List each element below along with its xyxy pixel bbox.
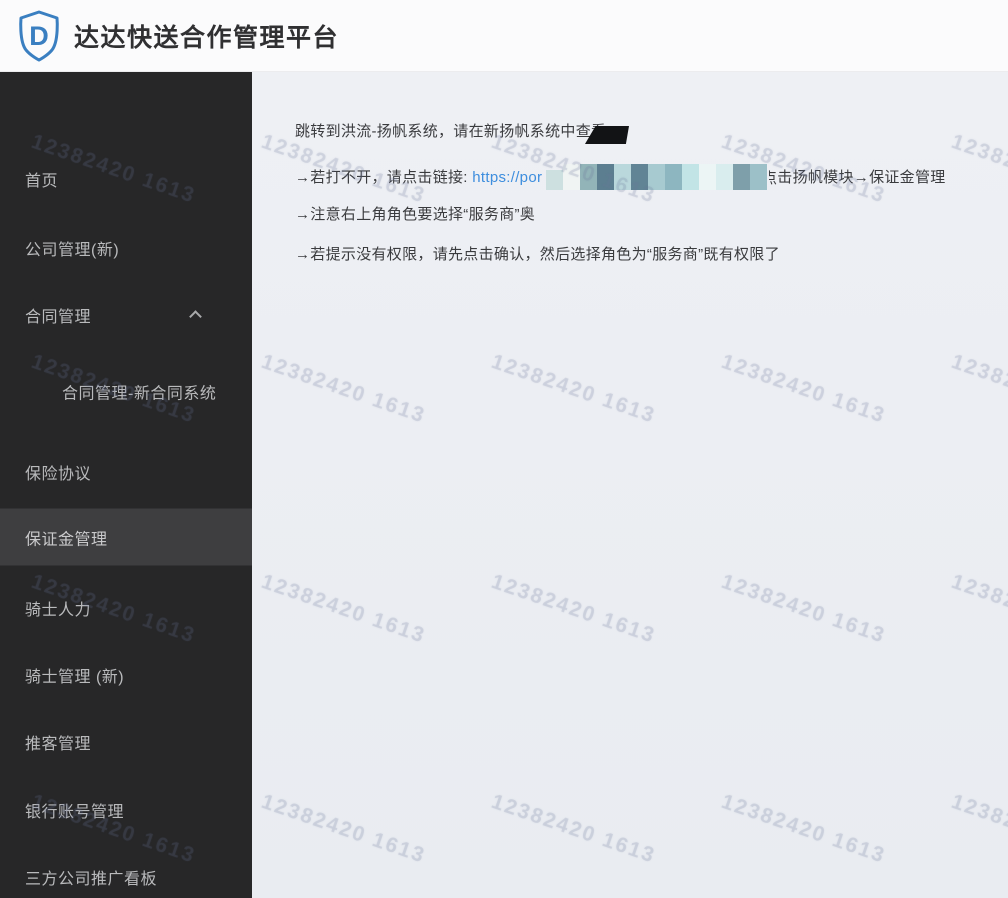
sidebar-item-knight-management-new[interactable]: 骑士管理 (新) xyxy=(25,663,232,687)
notice-line-1-text: 跳转到洪流-扬帆系统，请在新扬帆系统中查看 xyxy=(295,123,607,140)
mosaic-block xyxy=(563,164,581,190)
sidebar-item-label: 首页 xyxy=(25,173,59,190)
portal-link[interactable]: https://por xyxy=(472,169,542,186)
sidebar-item-label: 银行账号管理 xyxy=(25,804,125,821)
mosaic-block xyxy=(716,164,734,190)
mosaic-block xyxy=(699,164,717,190)
sidebar-item-label: 骑士管理 (新) xyxy=(25,669,125,686)
sidebar: 首页公司管理(新) 合同管理合同管理-新合同系统保险协议保证金管理骑士人力骑士管理… xyxy=(0,72,252,898)
chevron-up-icon xyxy=(189,310,202,323)
notice-line-4-text: →若提示没有权限，请先点击确认，然后选择角色为“服务商”既有权限了 xyxy=(295,246,780,263)
sidebar-item-label: 保证金管理 xyxy=(25,531,108,548)
notice-line-4: →若提示没有权限，请先点击确认，然后选择角色为“服务商”既有权限了 xyxy=(295,243,780,266)
sidebar-item-home[interactable]: 首页 xyxy=(25,167,232,191)
sidebar-item-promoter-management[interactable]: 推客管理 xyxy=(25,730,232,754)
page-title: 达达快送合作管理平台 xyxy=(74,23,340,52)
notice-line-2-suffix: 击扬帆模块→保证金管理 xyxy=(777,169,946,186)
mosaic-block xyxy=(733,164,751,190)
sidebar-item-knight-hr[interactable]: 骑士人力 xyxy=(25,596,232,620)
mosaic-block xyxy=(597,164,615,190)
sidebar-item-label: 推客管理 xyxy=(25,736,92,753)
notice-line-3-text: →注意右上角角色要选择“服务商”奥 xyxy=(295,206,536,223)
sidebar-item-label: 合同管理 xyxy=(25,309,92,326)
sidebar-item-label: 公司管理(新) xyxy=(25,242,120,259)
shield-d-icon: D xyxy=(19,10,59,61)
mosaic-block xyxy=(546,170,564,190)
notice-line-1: 跳转到洪流-扬帆系统，请在新扬帆系统中查看 xyxy=(295,120,606,143)
mosaic-block xyxy=(682,164,700,190)
sidebar-item-label: 三方公司推广看板 xyxy=(25,871,158,888)
mosaic-block xyxy=(631,164,649,190)
redaction-mosaic xyxy=(546,164,768,190)
notice-line-3: →注意右上角角色要选择“服务商”奥 xyxy=(295,203,535,226)
sidebar-item-third-party-promo-board[interactable]: 三方公司推广看板 xyxy=(25,865,232,889)
sidebar-item-label: 保险协议 xyxy=(25,466,92,483)
svg-text:D: D xyxy=(29,21,49,51)
notice-line-2-prefix: →若打不开，请点击链接: xyxy=(295,169,473,186)
sidebar-item-bank-account-management[interactable]: 银行账号管理 xyxy=(25,798,232,822)
sidebar-item-label: 合同管理-新合同系统 xyxy=(62,385,217,403)
sidebar-item-deposit-management[interactable]: 保证金管理 xyxy=(0,508,252,566)
notice-line-2: →若打不开，请点击链接: https://por 点击扬帆模块→保证金管理 xyxy=(295,164,946,190)
mosaic-block xyxy=(580,164,598,190)
mosaic-block xyxy=(648,164,666,190)
mosaic-block xyxy=(750,164,768,190)
sidebar-item-contract-management[interactable]: 合同管理 xyxy=(25,303,232,327)
app-header: D 达达快送合作管理平台 xyxy=(0,0,1008,72)
sidebar-item-insurance-agreement[interactable]: 保险协议 xyxy=(25,460,232,484)
main-content: 跳转到洪流-扬帆系统，请在新扬帆系统中查看 →若打不开，请点击链接: https… xyxy=(252,72,1008,898)
sidebar-item-label: 骑士人力 xyxy=(25,602,92,619)
mosaic-block xyxy=(614,164,632,190)
sidebar-item-company-management-new[interactable]: 公司管理(新) xyxy=(25,236,232,260)
mosaic-block xyxy=(665,164,683,190)
app-logo[interactable]: D xyxy=(14,9,64,63)
sidebar-item-contract-management-new-system[interactable]: 合同管理-新合同系统 xyxy=(62,384,220,405)
